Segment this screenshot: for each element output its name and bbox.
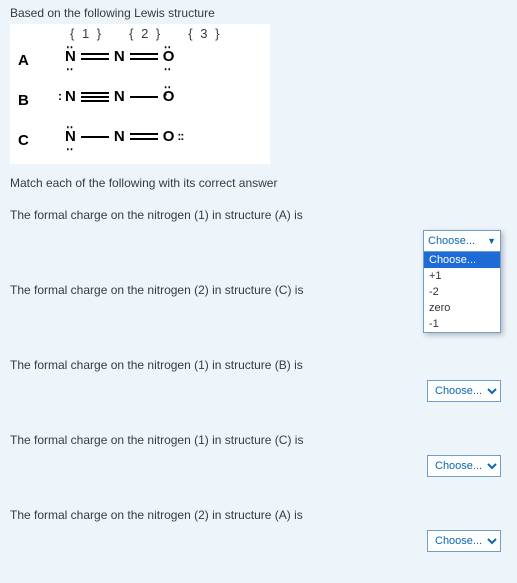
col-1: { 1 } <box>70 26 103 41</box>
answer-select-4[interactable]: Choose... <box>427 455 501 477</box>
option-choose[interactable]: Choose... <box>424 252 500 268</box>
option-minus1[interactable]: -1 <box>424 316 500 332</box>
answer-select-1[interactable]: Choose... ▼ Choose... +1 -2 zero -1 <box>423 230 501 333</box>
question-3-text: The formal charge on the nitrogen (1) in… <box>10 358 507 372</box>
question-1: The formal charge on the nitrogen (1) in… <box>10 208 507 283</box>
question-1-text: The formal charge on the nitrogen (1) in… <box>10 208 507 222</box>
question-5: The formal charge on the nitrogen (2) in… <box>10 508 507 583</box>
option-minus2[interactable]: -2 <box>424 284 500 300</box>
row-b-label: B <box>18 92 29 109</box>
col-3: { 3 } <box>188 26 221 41</box>
question-3: The formal charge on the nitrogen (1) in… <box>10 358 507 433</box>
option-zero[interactable]: zero <box>424 300 500 316</box>
row-a-label: A <box>18 52 29 69</box>
question-5-text: The formal charge on the nitrogen (2) in… <box>10 508 507 522</box>
lewis-structure-image: { 1 } { 2 } { 3 } A N N O B N N O C N N … <box>10 24 270 164</box>
structure-b: N N O <box>65 88 174 105</box>
match-instruction: Match each of the following with its cor… <box>10 176 507 190</box>
chevron-down-icon: ▼ <box>487 236 496 246</box>
question-4-text: The formal charge on the nitrogen (1) in… <box>10 433 507 447</box>
intro-text: Based on the following Lewis structure <box>10 6 507 20</box>
select-value: Choose... <box>428 235 475 247</box>
question-4: The formal charge on the nitrogen (1) in… <box>10 433 507 508</box>
dropdown-options: Choose... +1 -2 zero -1 <box>423 252 501 333</box>
row-c-label: C <box>18 132 29 149</box>
answer-select-5[interactable]: Choose... <box>427 530 501 552</box>
col-2: { 2 } <box>129 26 162 41</box>
option-plus1[interactable]: +1 <box>424 268 500 284</box>
structure-c: N N O: <box>65 128 178 145</box>
answer-select-3[interactable]: Choose... <box>427 380 501 402</box>
structure-a: N N O <box>65 48 174 65</box>
